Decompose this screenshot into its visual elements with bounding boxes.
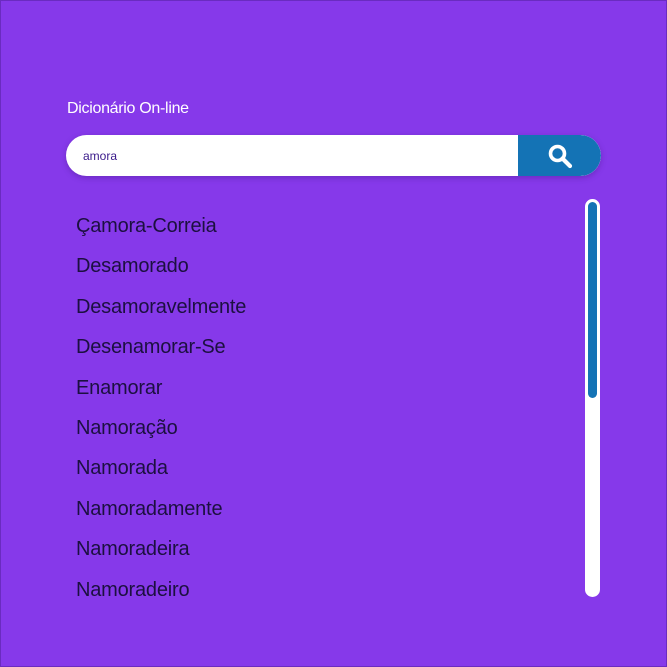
list-item[interactable]: Çamora-Correia	[76, 205, 556, 245]
results-scrollbar[interactable]	[585, 199, 600, 597]
list-item[interactable]: Namorada	[76, 447, 556, 487]
list-item[interactable]: Namoradamente	[76, 488, 556, 528]
list-item[interactable]: Namoradeiro	[76, 569, 556, 598]
scrollbar-thumb[interactable]	[588, 202, 597, 398]
list-item[interactable]: Namoração	[76, 407, 556, 447]
app-title: Dicionário On-line	[67, 100, 189, 117]
search-icon	[548, 144, 572, 168]
list-item[interactable]: Enamorar	[76, 367, 556, 407]
search-input[interactable]	[66, 135, 518, 176]
results-list: Çamora-Correia Desamorado Desamoravelmen…	[76, 205, 556, 598]
list-item[interactable]: Desenamorar-Se	[76, 326, 556, 366]
search-button[interactable]	[518, 135, 601, 176]
search-bar	[66, 135, 601, 176]
list-item[interactable]: Namoradeira	[76, 528, 556, 568]
list-item[interactable]: Desamorado	[76, 245, 556, 285]
list-item[interactable]: Desamoravelmente	[76, 286, 556, 326]
